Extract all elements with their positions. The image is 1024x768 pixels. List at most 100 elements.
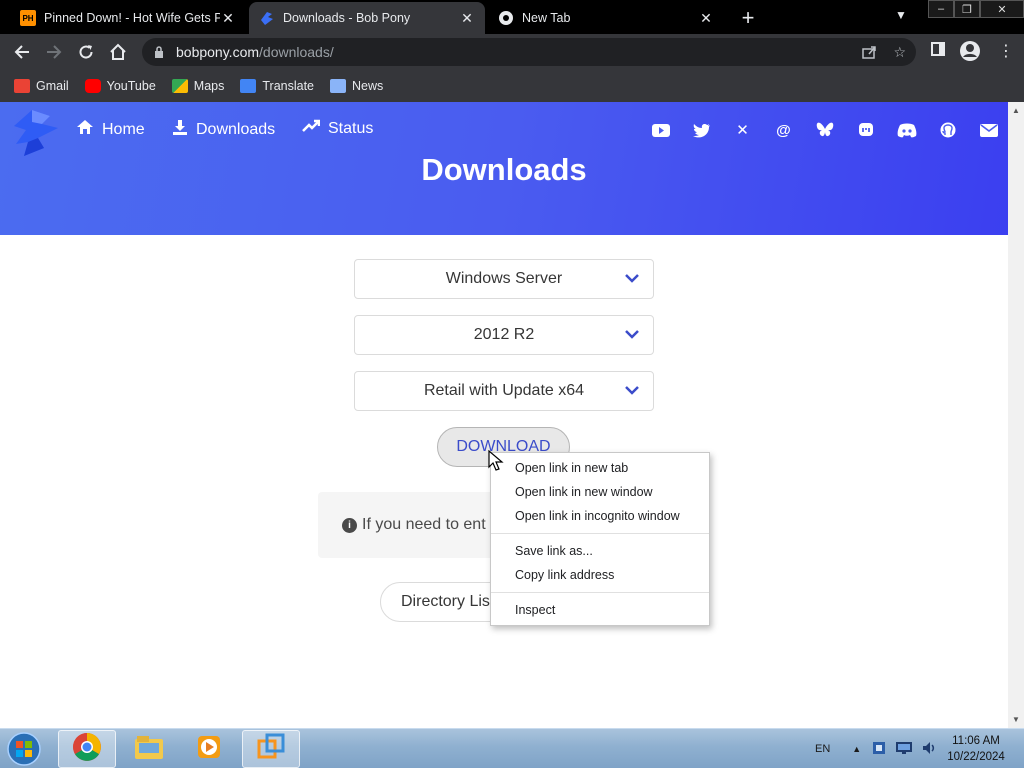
tab-new-tab[interactable]: New Tab ✕ — [488, 2, 724, 34]
info-text: If you need to ent — [362, 516, 486, 533]
close-icon[interactable]: ✕ — [459, 10, 475, 26]
menu-open-new-tab[interactable]: Open link in new tab — [491, 456, 709, 480]
home-icon — [76, 119, 94, 140]
page-scrollbar[interactable]: ▲ ▼ — [1008, 102, 1024, 728]
gmail-icon — [14, 79, 30, 93]
minimize-button[interactable]: – — [928, 0, 954, 18]
pornhub-favicon-icon: PH — [20, 10, 36, 26]
close-icon[interactable]: ✕ — [698, 10, 714, 26]
vmware-icon — [256, 732, 286, 767]
close-window-button[interactable]: ✕ — [980, 0, 1024, 18]
youtube-icon[interactable] — [640, 119, 681, 141]
scroll-down-arrow-icon[interactable]: ▼ — [1012, 715, 1020, 724]
os-select[interactable]: Windows Server — [354, 259, 654, 299]
chevron-down-icon — [625, 270, 639, 286]
side-panel-icon[interactable] — [930, 41, 946, 62]
hero-banner: Home Downloads Status ✕ @ Downloads — [0, 102, 1008, 235]
tab-title: Pinned Down! - Hot Wife Gets Po — [44, 11, 220, 25]
restore-button[interactable]: ❐ — [954, 0, 980, 18]
home-button[interactable] — [106, 40, 130, 64]
clock-time: 11:06 AM — [952, 735, 1000, 747]
menu-open-incognito[interactable]: Open link in incognito window — [491, 504, 709, 528]
vmware-tray-icon[interactable] — [871, 740, 887, 759]
menu-copy-link-address[interactable]: Copy link address — [491, 563, 709, 587]
version-select[interactable]: 2012 R2 — [354, 315, 654, 355]
language-indicator[interactable]: EN — [815, 743, 830, 755]
github-icon[interactable] — [927, 119, 968, 141]
share-icon[interactable] — [861, 44, 877, 63]
tab-search-icon[interactable]: ▼ — [895, 8, 907, 22]
network-icon[interactable] — [895, 741, 913, 758]
taskbar-vmware[interactable] — [242, 730, 300, 768]
scroll-up-arrow-icon[interactable]: ▲ — [1012, 106, 1020, 115]
site-navbar: Home Downloads Status ✕ @ — [0, 102, 1008, 156]
x-icon[interactable]: ✕ — [722, 119, 763, 141]
os-select-value: Windows Server — [445, 270, 563, 287]
lock-icon[interactable] — [154, 46, 166, 58]
twitter-icon[interactable] — [681, 119, 722, 141]
menu-save-link-as[interactable]: Save link as... — [491, 539, 709, 563]
bookmark-translate[interactable]: Translate — [240, 79, 314, 93]
start-button[interactable] — [4, 731, 48, 767]
youtube-icon — [84, 79, 101, 93]
bookmark-maps[interactable]: Maps — [171, 79, 224, 93]
mail-icon[interactable] — [968, 119, 1008, 141]
reload-button[interactable] — [74, 40, 98, 64]
news-icon — [330, 79, 347, 93]
bluesky-icon[interactable] — [804, 119, 845, 141]
chevron-down-icon — [625, 382, 639, 398]
tab-title: New Tab — [522, 11, 571, 25]
bookmark-news[interactable]: News — [330, 79, 383, 93]
bookmark-youtube[interactable]: YouTube — [84, 79, 156, 93]
discord-icon[interactable] — [886, 119, 927, 141]
menu-separator — [491, 533, 709, 534]
menu-separator — [491, 592, 709, 593]
trend-icon — [302, 119, 321, 138]
forward-button[interactable] — [42, 40, 66, 64]
edition-select[interactable]: Retail with Update x64 — [354, 371, 654, 411]
web-page: Home Downloads Status ✕ @ Downloads Wind… — [0, 102, 1008, 728]
taskbar-media-player[interactable] — [180, 730, 238, 768]
system-clock[interactable]: 11:06 AM 10/22/2024 — [936, 733, 1016, 765]
translate-icon — [240, 79, 257, 93]
url-text: bobpony.com/downloads/ — [176, 44, 334, 60]
tab-pinned-down[interactable]: PH Pinned Down! - Hot Wife Gets Po ✕ — [10, 2, 246, 34]
close-icon[interactable]: ✕ — [220, 10, 236, 26]
social-links: ✕ @ — [640, 119, 1008, 141]
bookmark-gmail[interactable]: Gmail — [14, 79, 69, 93]
windows-taskbar: EN ▲ 11:06 AM 10/22/2024 — [0, 728, 1024, 768]
mouse-cursor-icon — [488, 449, 504, 472]
threads-icon[interactable]: @ — [763, 119, 804, 141]
explorer-icon — [133, 733, 165, 766]
media-player-icon — [195, 733, 223, 766]
tab-strip: PH Pinned Down! - Hot Wife Gets Po ✕ Dow… — [0, 0, 1024, 34]
mastodon-icon[interactable] — [845, 119, 886, 141]
browser-toolbar: bobpony.com/downloads/ ☆ ⋮ — [0, 34, 1024, 70]
more-menu-icon[interactable]: ⋮ — [998, 41, 1014, 61]
nav-home[interactable]: Home — [76, 119, 145, 140]
back-button[interactable] — [10, 40, 34, 64]
volume-icon[interactable] — [921, 740, 937, 759]
tab-title: Downloads - Bob Pony — [283, 11, 411, 25]
chrome-favicon-icon — [498, 10, 514, 26]
menu-inspect[interactable]: Inspect — [491, 598, 709, 622]
maps-icon — [171, 79, 188, 93]
bobpony-logo[interactable] — [12, 108, 62, 156]
system-tray: EN ▲ — [800, 729, 937, 768]
version-select-value: 2012 R2 — [473, 326, 535, 343]
clock-date: 10/22/2024 — [947, 751, 1005, 763]
nav-downloads[interactable]: Downloads — [172, 119, 275, 140]
menu-open-new-window[interactable]: Open link in new window — [491, 480, 709, 504]
nav-status[interactable]: Status — [302, 119, 373, 138]
taskbar-explorer[interactable] — [120, 730, 178, 768]
tab-downloads-bob-pony[interactable]: Downloads - Bob Pony ✕ — [249, 2, 485, 34]
bookmarks-bar: Gmail YouTube Maps Translate News — [0, 70, 1024, 102]
profile-avatar[interactable] — [959, 40, 981, 67]
address-bar[interactable]: bobpony.com/downloads/ ☆ — [142, 38, 916, 66]
window-controls: – ❐ ✕ — [928, 0, 1024, 18]
page-title: Downloads — [421, 152, 587, 187]
bookmark-star-icon[interactable]: ☆ — [893, 44, 906, 63]
new-tab-button[interactable]: + — [736, 5, 760, 30]
taskbar-chrome[interactable] — [58, 730, 116, 768]
show-hidden-icons-icon[interactable]: ▲ — [852, 744, 861, 754]
